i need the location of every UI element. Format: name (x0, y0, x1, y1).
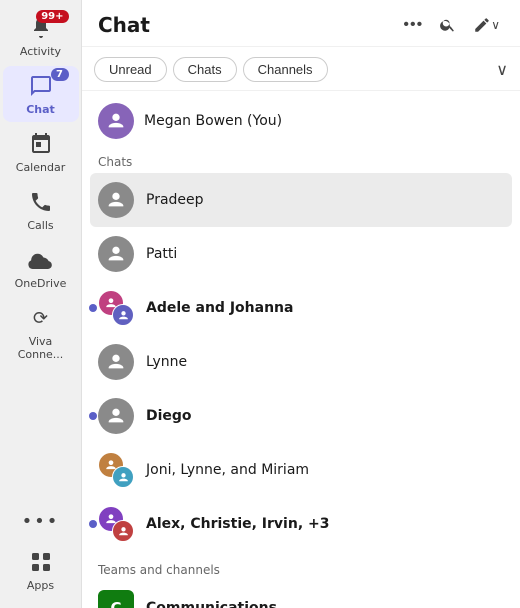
chat-name-lynne: Lynne (146, 354, 187, 370)
chat-name-alex-group: Alex, Christie, Irvin, +3 (146, 516, 329, 532)
main-panel: Chat ••• ∨ Unread Chats Channels ∨ (82, 0, 520, 608)
chat-list: Megan Bowen (You) Chats Pradeep Patti (82, 91, 520, 608)
apps-label: Apps (27, 579, 54, 592)
avatar-alex-group (98, 506, 134, 542)
onedrive-label: OneDrive (15, 277, 67, 290)
filter-chats[interactable]: Chats (173, 57, 237, 82)
chat-item-joni-group[interactable]: Joni, Lynne, and Miriam (82, 443, 520, 497)
viva-label: Viva Conne... (7, 335, 75, 361)
self-entry[interactable]: Megan Bowen (You) (82, 95, 520, 147)
search-icon (439, 16, 457, 34)
chat-item-diego[interactable]: Diego (82, 389, 520, 443)
calendar-icon (27, 130, 55, 158)
chat-item-lynne[interactable]: Lynne (82, 335, 520, 389)
sidebar-item-activity[interactable]: 99+ Activity (3, 8, 79, 64)
unread-dot-adele (89, 304, 97, 312)
avatar-lynne (98, 344, 134, 380)
activity-badge: 99+ (36, 10, 68, 23)
chat-item-communications[interactable]: C Communications (82, 581, 520, 608)
sidebar: 99+ Activity 7 Chat Calendar Calls (0, 0, 82, 608)
viva-icon: ⟳ (27, 304, 55, 332)
filter-expand-button[interactable]: ∨ (496, 60, 508, 80)
search-button[interactable] (435, 12, 461, 38)
sidebar-item-viva[interactable]: ⟳ Viva Conne... (3, 298, 79, 367)
chat-item-pradeep[interactable]: Pradeep (90, 173, 512, 227)
sidebar-item-calendar[interactable]: Calendar (3, 124, 79, 180)
compose-button[interactable]: ∨ (469, 12, 504, 38)
page-title: Chat (98, 13, 399, 37)
sidebar-item-calls[interactable]: Calls (3, 182, 79, 238)
header: Chat ••• ∨ (82, 0, 520, 47)
chat-name-pradeep: Pradeep (146, 192, 204, 208)
more-options-button[interactable]: ••• (399, 12, 427, 38)
sidebar-more[interactable]: ••• (3, 505, 79, 538)
more-options-icon: ••• (403, 16, 423, 34)
teams-section-label: Teams and channels (82, 555, 520, 581)
activity-label: Activity (20, 45, 61, 58)
self-name: Megan Bowen (You) (144, 113, 282, 129)
calls-label: Calls (27, 219, 53, 232)
chat-item-patti[interactable]: Patti (82, 227, 520, 281)
self-avatar (98, 103, 134, 139)
chat-name-patti: Patti (146, 246, 177, 262)
avatar-pradeep (98, 182, 134, 218)
compose-icon (473, 16, 491, 34)
calendar-label: Calendar (16, 161, 65, 174)
unread-dot-diego (89, 412, 97, 420)
sidebar-item-apps[interactable]: Apps (3, 542, 79, 598)
chat-name-communications: Communications (146, 600, 277, 608)
chat-item-alex-group[interactable]: Alex, Christie, Irvin, +3 (82, 497, 520, 551)
filter-channels[interactable]: Channels (243, 57, 328, 82)
sidebar-item-onedrive[interactable]: OneDrive (3, 240, 79, 296)
compose-chevron: ∨ (491, 18, 500, 32)
chats-section-label: Chats (82, 147, 520, 173)
filter-bar: Unread Chats Channels ∨ (82, 47, 520, 91)
avatar-patti (98, 236, 134, 272)
chat-item-adele-johanna[interactable]: Adele and Johanna (82, 281, 520, 335)
chat-name-diego: Diego (146, 408, 192, 424)
chat-name-joni-group: Joni, Lynne, and Miriam (146, 462, 309, 478)
filter-unread[interactable]: Unread (94, 57, 167, 82)
chat-label: Chat (26, 103, 55, 116)
avatar-adele-johanna (98, 290, 134, 326)
calls-icon (27, 188, 55, 216)
avatar-joni-group (98, 452, 134, 488)
onedrive-icon (27, 246, 55, 274)
header-icons: ••• ∨ (399, 12, 504, 38)
chat-badge: 7 (51, 68, 69, 81)
sidebar-item-chat[interactable]: 7 Chat (3, 66, 79, 122)
avatar-diego (98, 398, 134, 434)
apps-icon (27, 548, 55, 576)
more-icon: ••• (22, 511, 60, 532)
unread-dot-alex (89, 520, 97, 528)
avatar-communications: C (98, 590, 134, 608)
chat-name-adele-johanna: Adele and Johanna (146, 300, 293, 316)
